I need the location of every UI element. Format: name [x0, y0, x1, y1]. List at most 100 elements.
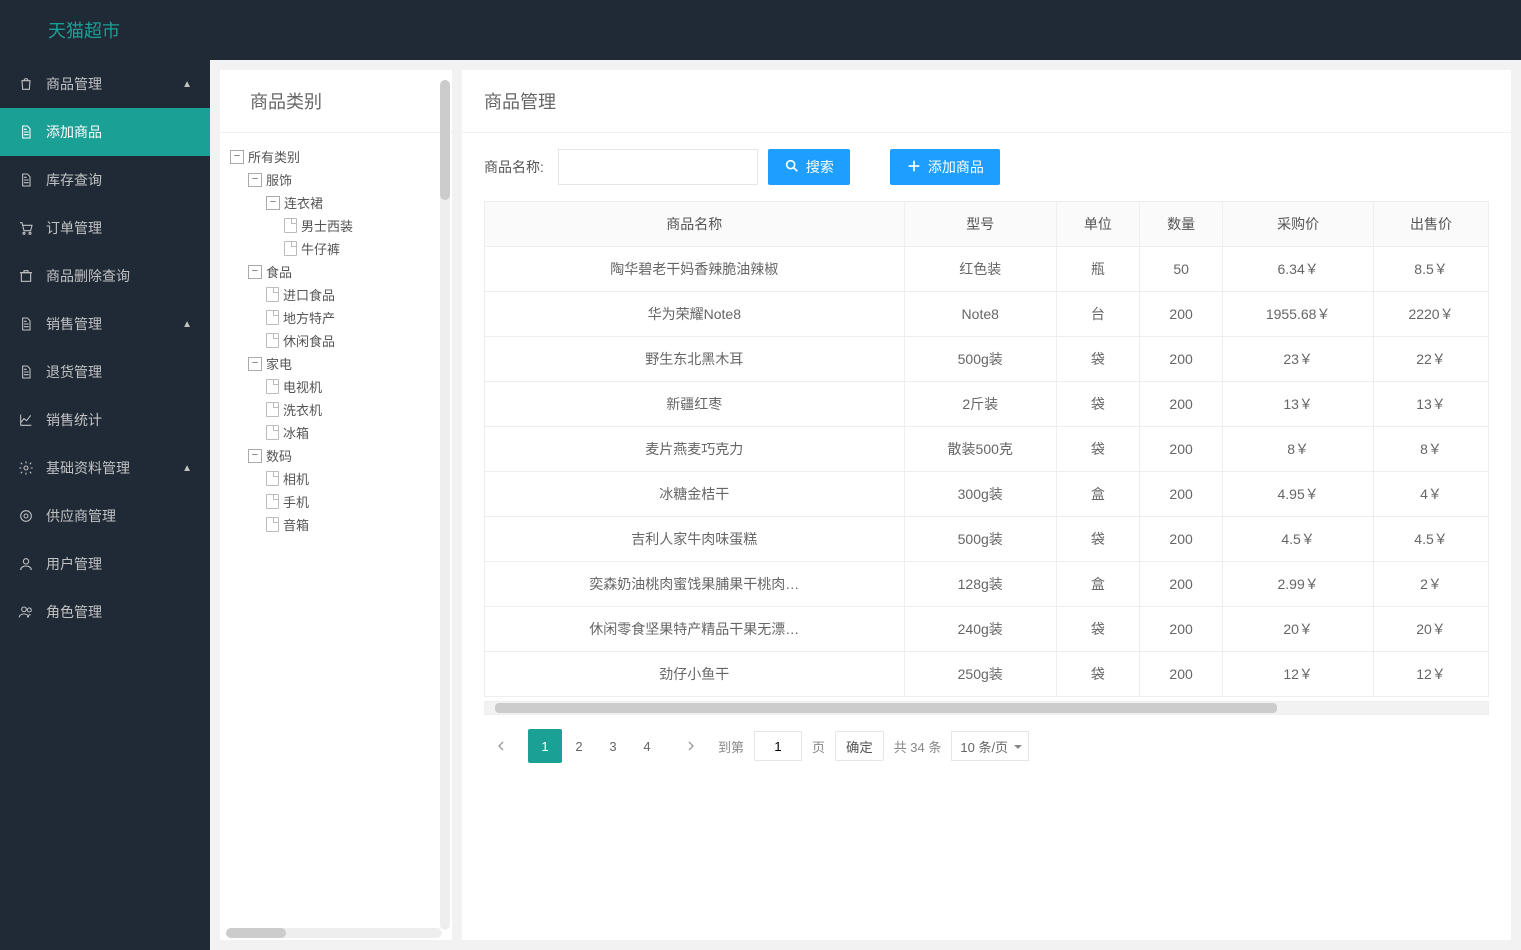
table-cell: 2斤装: [904, 382, 1056, 427]
tree-node[interactable]: −食品: [248, 260, 442, 283]
table-wrap: 商品名称型号单位数量采购价出售价 陶华碧老干妈香辣脆油辣椒红色装瓶506.34￥…: [462, 201, 1511, 697]
tree-toggle-icon[interactable]: −: [266, 196, 280, 210]
page-number[interactable]: 2: [562, 729, 596, 763]
tree-toggle-icon[interactable]: −: [248, 173, 262, 187]
search-button[interactable]: 搜索: [768, 149, 850, 185]
nav-item-角色管理[interactable]: 角色管理: [0, 588, 210, 636]
nav-label: 销售管理: [46, 314, 102, 334]
table-cell: 200: [1140, 427, 1223, 472]
tree-node[interactable]: −数码: [248, 444, 442, 467]
table-cell: 2220￥: [1374, 292, 1489, 337]
goto-page-input[interactable]: [754, 731, 802, 761]
page-number[interactable]: 3: [596, 729, 630, 763]
chart-icon: [18, 412, 36, 428]
table-row[interactable]: 野生东北黑木耳500g装袋20023￥22￥: [485, 337, 1489, 382]
file-icon: [266, 379, 279, 394]
scroll-thumb[interactable]: [226, 928, 286, 938]
table-cell: 20￥: [1223, 607, 1374, 652]
scroll-thumb[interactable]: [440, 80, 450, 200]
tree-toggle-icon[interactable]: −: [248, 357, 262, 371]
page-next[interactable]: [674, 729, 708, 763]
table-cell: 12￥: [1223, 652, 1374, 697]
container: 商品管理▲添加商品库存查询订单管理商品删除查询销售管理▲退货管理销售统计基础资料…: [0, 60, 1521, 950]
tree-toggle-icon[interactable]: −: [230, 150, 244, 164]
table-row[interactable]: 吉利人家牛肉味蛋糕500g装袋2004.5￥4.5￥: [485, 517, 1489, 562]
tree-node[interactable]: −所有类别: [230, 145, 442, 168]
table-row[interactable]: 奕森奶油桃肉蜜饯果脯果干桃肉…128g装盒2002.99￥2￥: [485, 562, 1489, 607]
file-icon: [266, 517, 279, 532]
table-cell: 散装500克: [904, 427, 1056, 472]
page-prev[interactable]: [484, 729, 518, 763]
tree-node[interactable]: 进口食品: [266, 283, 442, 306]
tree-node[interactable]: 手机: [266, 490, 442, 513]
content-panel: 商品管理 商品名称: 搜索 添加商品: [462, 70, 1511, 940]
table-cell: 麦片燕麦巧克力: [485, 427, 905, 472]
nav-item-订单管理[interactable]: 订单管理: [0, 204, 210, 252]
nav-item-销售统计[interactable]: 销售统计: [0, 396, 210, 444]
table-row[interactable]: 华为荣耀Note8Note8台2001955.68￥2220￥: [485, 292, 1489, 337]
tree-node[interactable]: 地方特产: [266, 306, 442, 329]
table-row[interactable]: 陶华碧老干妈香辣脆油辣椒红色装瓶506.34￥8.5￥: [485, 247, 1489, 292]
table-cell: 23￥: [1223, 337, 1374, 382]
table-row[interactable]: 劲仔小鱼干250g装袋20012￥12￥: [485, 652, 1489, 697]
tree-hscrollbar[interactable]: [226, 928, 442, 938]
tree-node[interactable]: 冰箱: [266, 421, 442, 444]
tree-label: 牛仔裤: [301, 239, 340, 258]
tree-node[interactable]: 牛仔裤: [284, 237, 442, 260]
goto-label: 到第: [718, 737, 744, 756]
tree-node[interactable]: −家电: [248, 352, 442, 375]
file-icon: [266, 287, 279, 302]
nav-group-商品管理[interactable]: 商品管理▲: [0, 60, 210, 108]
table-row[interactable]: 休闲零食坚果特产精品干果无漂…240g装袋20020￥20￥: [485, 607, 1489, 652]
table-row[interactable]: 麦片燕麦巧克力散装500克袋2008￥8￥: [485, 427, 1489, 472]
table-cell: 22￥: [1374, 337, 1489, 382]
nav-group-销售管理[interactable]: 销售管理▲: [0, 300, 210, 348]
file-icon: [284, 218, 297, 233]
nav-item-库存查询[interactable]: 库存查询: [0, 156, 210, 204]
nav-item-商品删除查询[interactable]: 商品删除查询: [0, 252, 210, 300]
tree-node[interactable]: 休闲食品: [266, 329, 442, 352]
tree-node[interactable]: 相机: [266, 467, 442, 490]
nav-item-退货管理[interactable]: 退货管理: [0, 348, 210, 396]
table-row[interactable]: 冰糖金桔干300g装盒2004.95￥4￥: [485, 472, 1489, 517]
table-cell: 4￥: [1374, 472, 1489, 517]
goto-confirm-button[interactable]: 确定: [835, 731, 884, 761]
tree-node[interactable]: 电视机: [266, 375, 442, 398]
nav-group-基础资料管理[interactable]: 基础资料管理▲: [0, 444, 210, 492]
tree-toggle-icon[interactable]: −: [248, 265, 262, 279]
page-number[interactable]: 4: [630, 729, 664, 763]
nav-label: 添加商品: [46, 122, 102, 142]
tree-node[interactable]: 音箱: [266, 513, 442, 536]
nav-item-添加商品[interactable]: 添加商品: [0, 108, 210, 156]
tree-vscrollbar[interactable]: [440, 80, 450, 930]
tree-node[interactable]: 男士西装: [284, 214, 442, 237]
table-cell: 袋: [1056, 427, 1139, 472]
tree-label: 洗衣机: [283, 400, 322, 419]
tree-node[interactable]: −连衣裙: [266, 191, 442, 214]
table-cell: 冰糖金桔干: [485, 472, 905, 517]
add-product-button[interactable]: 添加商品: [890, 149, 1000, 185]
scroll-thumb[interactable]: [495, 703, 1277, 713]
table-body: 陶华碧老干妈香辣脆油辣椒红色装瓶506.34￥8.5￥华为荣耀Note8Note…: [485, 247, 1489, 697]
table-row[interactable]: 新疆红枣2斤装袋20013￥13￥: [485, 382, 1489, 427]
nav-item-用户管理[interactable]: 用户管理: [0, 540, 210, 588]
table-cell: 200: [1140, 382, 1223, 427]
search-icon: [784, 158, 800, 177]
page-size-select[interactable]: 10 条/页: [951, 731, 1029, 761]
table-cell: 红色装: [904, 247, 1056, 292]
file-icon: [266, 402, 279, 417]
bag-icon: [18, 76, 36, 92]
tree-node[interactable]: 洗衣机: [266, 398, 442, 421]
search-input[interactable]: [558, 149, 758, 185]
table-cell: 野生东北黑木耳: [485, 337, 905, 382]
table-cell: 200: [1140, 607, 1223, 652]
tree-node[interactable]: −服饰: [248, 168, 442, 191]
table-cell: 袋: [1056, 382, 1139, 427]
users-icon: [18, 604, 36, 620]
page-number[interactable]: 1: [528, 729, 562, 763]
tree-toggle-icon[interactable]: −: [248, 449, 262, 463]
table-hscrollbar[interactable]: [484, 701, 1489, 715]
table-cell: 袋: [1056, 607, 1139, 652]
nav-item-供应商管理[interactable]: 供应商管理: [0, 492, 210, 540]
column-header: 出售价: [1374, 202, 1489, 247]
